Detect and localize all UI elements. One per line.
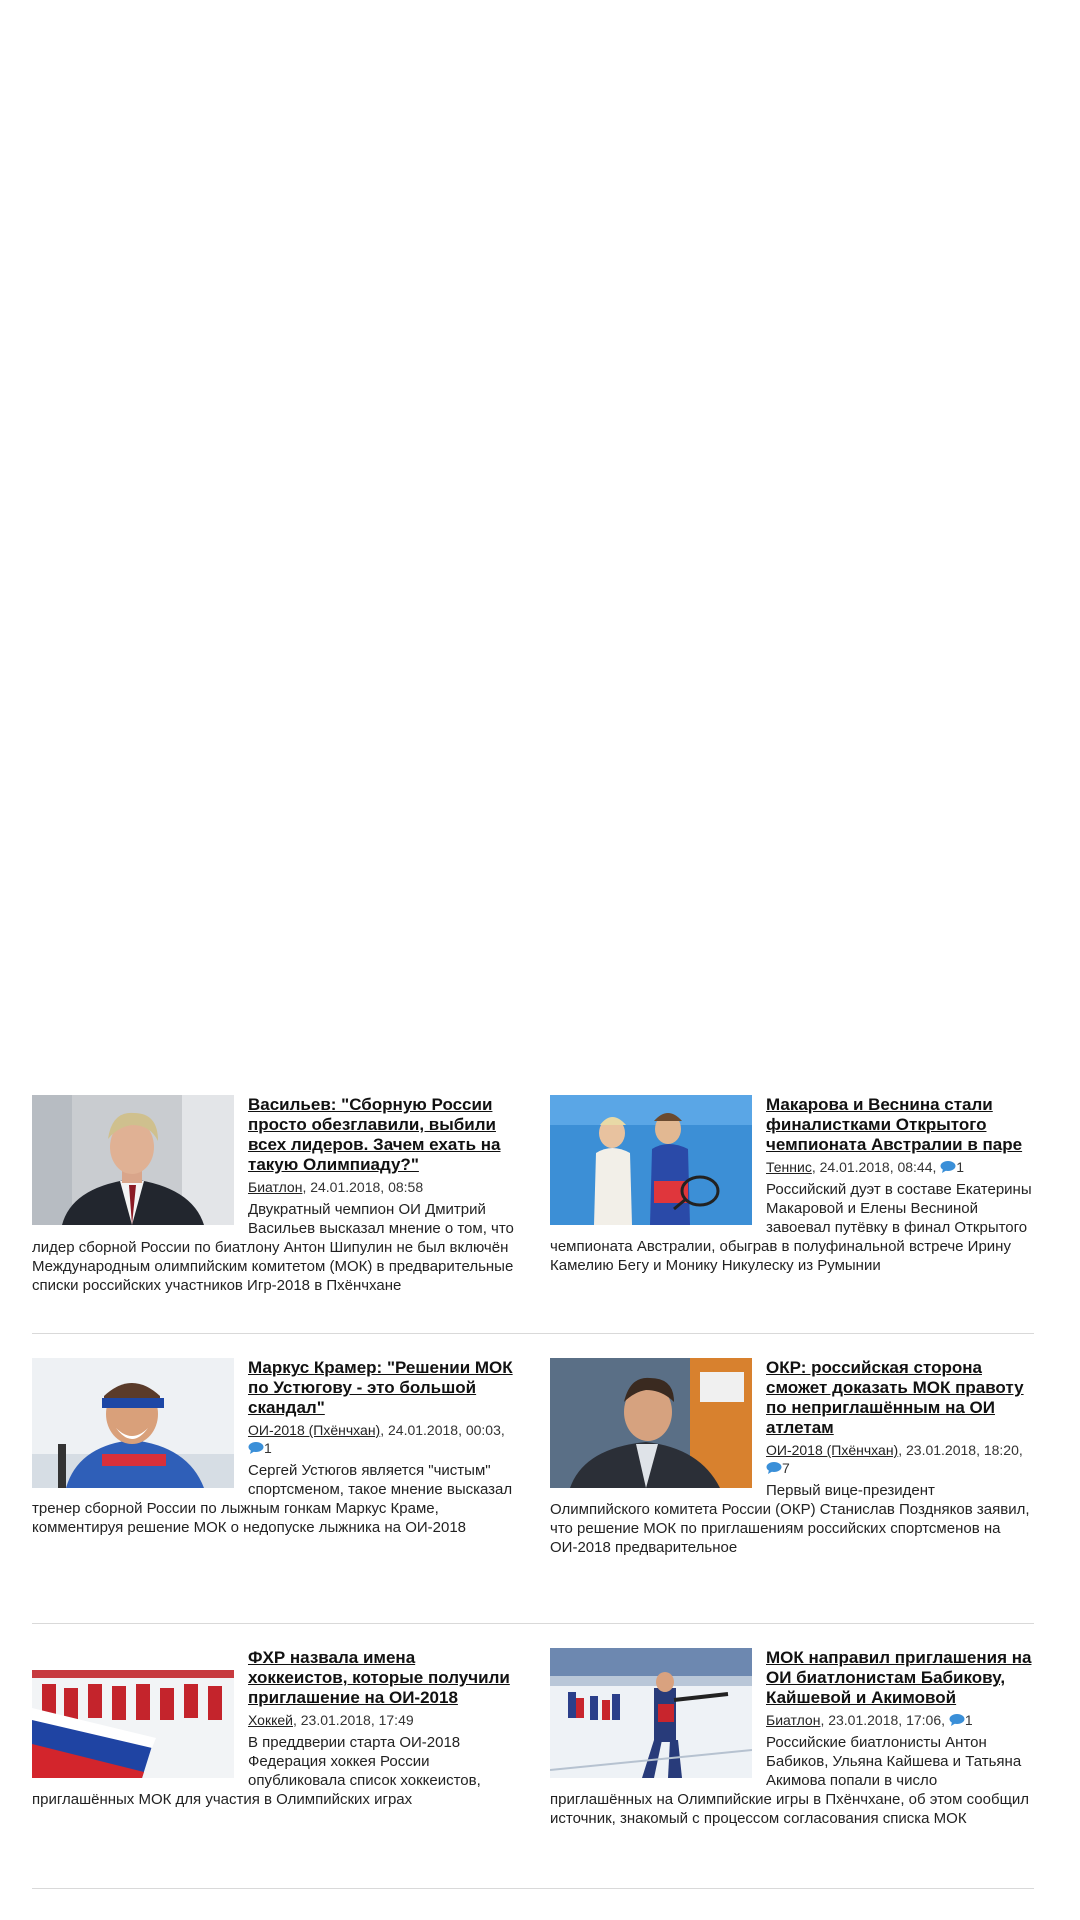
- comments-count[interactable]: 1: [248, 1440, 272, 1456]
- news-item: МОК направил приглашения на ОИ биатлонис…: [550, 1648, 1034, 1888]
- skier-portrait-photo: [32, 1358, 234, 1488]
- news-category-link[interactable]: Биатлон: [766, 1712, 820, 1728]
- news-item: Макарова и Веснина стали финалистками От…: [550, 1095, 1034, 1333]
- news-category-link[interactable]: Биатлон: [248, 1179, 302, 1195]
- biathlon-range-photo: [550, 1648, 752, 1778]
- comment-bubble-icon: [766, 1462, 782, 1474]
- news-thumbnail[interactable]: [550, 1648, 752, 1778]
- comment-bubble-icon: [940, 1161, 956, 1173]
- news-category-link[interactable]: Хоккей: [248, 1712, 293, 1728]
- news-thumbnail[interactable]: [550, 1095, 752, 1225]
- news-row: Маркус Крамер: "Решении МОК по Устюгову …: [32, 1358, 1034, 1624]
- news-item: Васильев: "Сборную России просто обезгла…: [32, 1095, 516, 1333]
- comments-count[interactable]: 1: [940, 1159, 964, 1175]
- news-thumbnail[interactable]: [32, 1648, 234, 1778]
- news-lead: Первый вице-президент Олимпийского комит…: [550, 1482, 1030, 1556]
- news-thumbnail[interactable]: [550, 1358, 752, 1488]
- news-date: , 23.01.2018, 17:06,: [820, 1712, 945, 1728]
- official-photo: [550, 1358, 752, 1488]
- news-thumbnail[interactable]: [32, 1095, 234, 1225]
- news-date: , 24.01.2018, 08:58: [302, 1179, 424, 1195]
- news-thumbnail[interactable]: [32, 1358, 234, 1488]
- tennis-players-photo: [550, 1095, 752, 1225]
- news-category-link[interactable]: ОИ-2018 (Пхёнчхан): [248, 1422, 380, 1438]
- comment-bubble-icon: [949, 1714, 965, 1726]
- comment-bubble-icon: [248, 1442, 264, 1454]
- news-date: , 23.01.2018, 18:20,: [898, 1442, 1023, 1458]
- news-category-link[interactable]: ОИ-2018 (Пхёнчхан): [766, 1442, 898, 1458]
- news-item: ОКР: российская сторона сможет доказать …: [550, 1358, 1034, 1623]
- news-list: Васильев: "Сборную России просто обезгла…: [32, 1095, 1034, 1889]
- man-in-suit-photo: [32, 1095, 234, 1225]
- news-date: , 24.01.2018, 08:44,: [811, 1159, 937, 1175]
- comments-count[interactable]: 7: [766, 1460, 790, 1476]
- comments-count[interactable]: 1: [949, 1712, 973, 1728]
- news-date: , 24.01.2018, 00:03,: [380, 1422, 505, 1438]
- news-date: , 23.01.2018, 17:49: [292, 1712, 414, 1728]
- news-row: ФХР назвала имена хоккеистов, которые по…: [32, 1648, 1034, 1889]
- hockey-team-photo: [32, 1648, 234, 1778]
- news-row: Васильев: "Сборную России просто обезгла…: [32, 1095, 1034, 1334]
- news-item: Маркус Крамер: "Решении МОК по Устюгову …: [32, 1358, 516, 1623]
- news-category-link[interactable]: Теннис: [766, 1159, 812, 1175]
- news-item: ФХР назвала имена хоккеистов, которые по…: [32, 1648, 516, 1888]
